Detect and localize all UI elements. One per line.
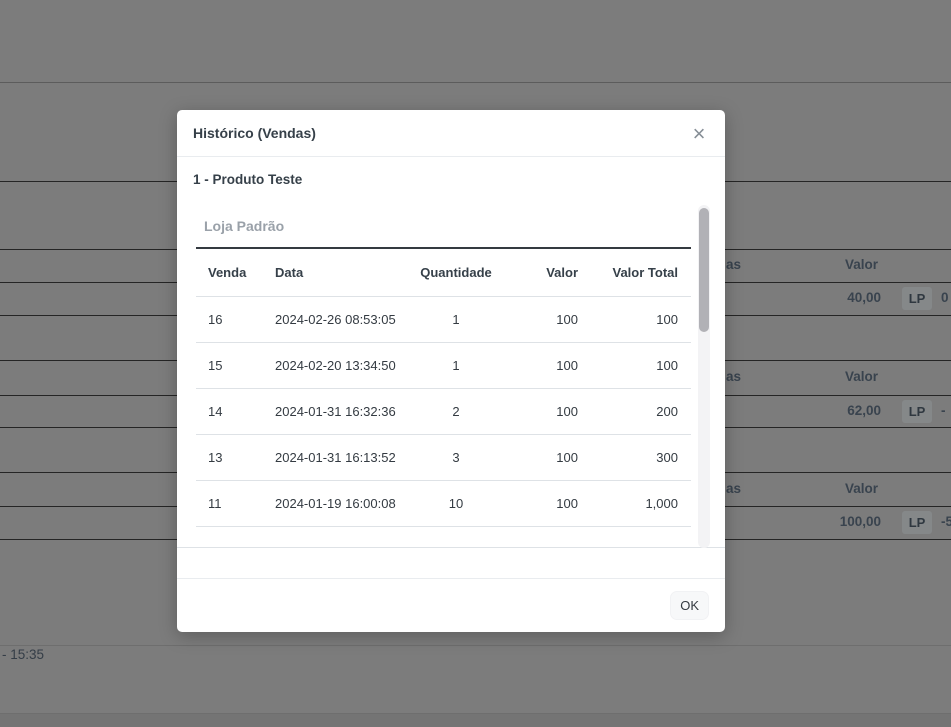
- bg-divider: [0, 645, 951, 646]
- column-header-quantidade: Quantidade: [401, 248, 511, 296]
- cell-data: 2024-02-20 13:34:50: [261, 342, 401, 388]
- product-title: 1 - Produto Teste: [177, 157, 725, 187]
- bg-cut-value: -5: [941, 514, 951, 529]
- cell-quantidade: 10: [401, 480, 511, 526]
- table-row: 14 2024-01-31 16:32:36 2 100 200: [196, 388, 691, 434]
- cell-venda: 14: [196, 388, 261, 434]
- table-row: 13 2024-01-31 16:13:52 3 100 300: [196, 434, 691, 480]
- historico-vendas-modal: Histórico (Vendas) × 1 - Produto Teste L…: [177, 110, 725, 632]
- cell-valor: 100: [511, 388, 596, 434]
- bg-divider: [0, 82, 951, 83]
- column-header-venda: Venda: [196, 248, 261, 296]
- cell-valor-total: 1,000: [596, 480, 691, 526]
- cell-venda: 15: [196, 342, 261, 388]
- cell-venda: 16: [196, 296, 261, 342]
- table-row: 11 2024-01-19 16:00:08 10 100 1,000: [196, 480, 691, 526]
- sales-history-table: Venda Data Quantidade Valor Valor Total …: [196, 247, 691, 527]
- cell-quantidade: 3: [401, 434, 511, 480]
- table-header-row: Venda Data Quantidade Valor Valor Total: [196, 248, 691, 296]
- column-header-valor-total: Valor Total: [596, 248, 691, 296]
- bg-column-header: as: [726, 369, 741, 384]
- scrollbar-track[interactable]: [698, 205, 710, 548]
- store-group-label: Loja Padrão: [204, 218, 284, 234]
- bg-lp-badge: LP: [902, 400, 932, 423]
- cell-valor-total: 200: [596, 388, 691, 434]
- cell-valor: 100: [511, 480, 596, 526]
- cell-quantidade: 1: [401, 296, 511, 342]
- cell-data: 2024-01-31 16:32:36: [261, 388, 401, 434]
- scrollbar-thumb[interactable]: [699, 208, 709, 332]
- cell-venda: 11: [196, 480, 261, 526]
- close-icon[interactable]: ×: [685, 120, 713, 148]
- modal-title: Histórico (Vendas): [193, 125, 316, 141]
- bg-column-header: Valor: [845, 257, 878, 272]
- bg-lp-badge: LP: [902, 511, 932, 534]
- cell-data: 2024-01-31 16:13:52: [261, 434, 401, 480]
- cell-valor: 100: [511, 434, 596, 480]
- table-row: 16 2024-02-26 08:53:05 1 100 100: [196, 296, 691, 342]
- cell-valor-total: 100: [596, 296, 691, 342]
- bg-column-header: Valor: [845, 481, 878, 496]
- bg-valor-value: 62,00: [761, 403, 881, 418]
- cell-valor-total: 100: [596, 342, 691, 388]
- cell-quantidade: 1: [401, 342, 511, 388]
- bg-lp-badge: LP: [902, 287, 932, 310]
- bg-valor-value: 100,00: [761, 514, 881, 529]
- bg-column-header: Valor: [845, 369, 878, 384]
- column-header-valor: Valor: [511, 248, 596, 296]
- column-header-data: Data: [261, 248, 401, 296]
- ok-button[interactable]: OK: [670, 591, 709, 620]
- bg-cut-value: 0: [941, 290, 951, 305]
- cell-venda: 13: [196, 434, 261, 480]
- modal-header: Histórico (Vendas) ×: [177, 110, 725, 157]
- bg-bottom-strip: [0, 714, 951, 727]
- cell-data: 2024-02-26 08:53:05: [261, 296, 401, 342]
- bg-timestamp: - 15:35: [2, 647, 44, 662]
- modal-footer: OK: [177, 578, 725, 632]
- cell-valor: 100: [511, 296, 596, 342]
- cell-quantidade: 2: [401, 388, 511, 434]
- bg-column-header: as: [726, 481, 741, 496]
- bg-valor-value: 40,00: [761, 290, 881, 305]
- cell-valor: 100: [511, 342, 596, 388]
- table-row: 15 2024-02-20 13:34:50 1 100 100: [196, 342, 691, 388]
- cell-valor-total: 300: [596, 434, 691, 480]
- cell-data: 2024-01-19 16:00:08: [261, 480, 401, 526]
- bg-column-header: as: [726, 257, 741, 272]
- history-scroll-area[interactable]: Loja Padrão Venda Data Quantidade Valor …: [177, 205, 725, 548]
- bg-cut-value: -: [941, 403, 951, 418]
